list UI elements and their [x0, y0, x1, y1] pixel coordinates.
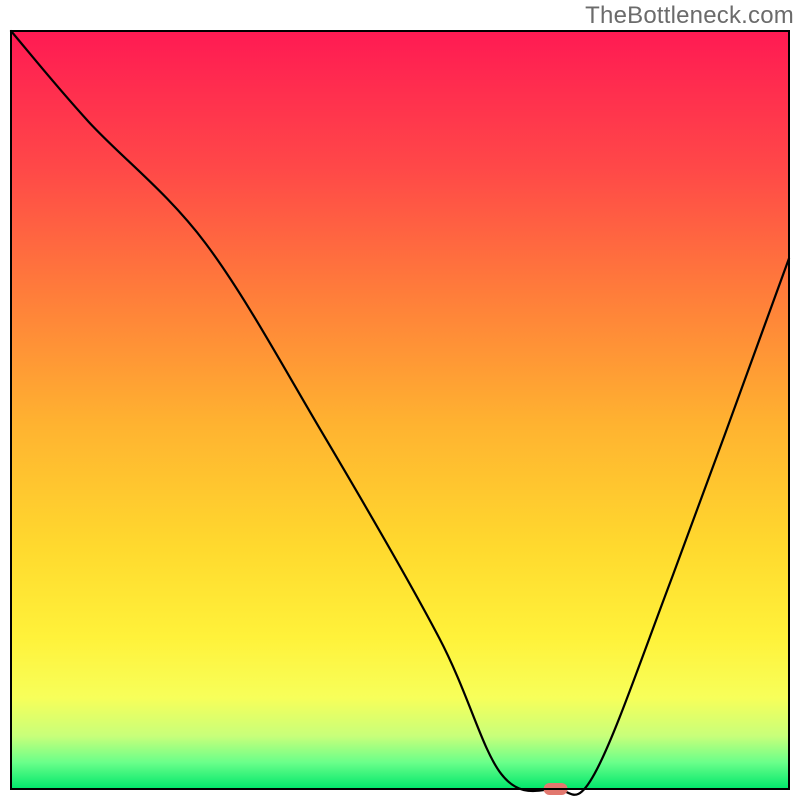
watermark-text: TheBottleneck.com	[585, 2, 794, 30]
bottleneck-chart	[0, 0, 800, 800]
chart-container: TheBottleneck.com	[0, 0, 800, 800]
plot-background	[11, 31, 789, 789]
